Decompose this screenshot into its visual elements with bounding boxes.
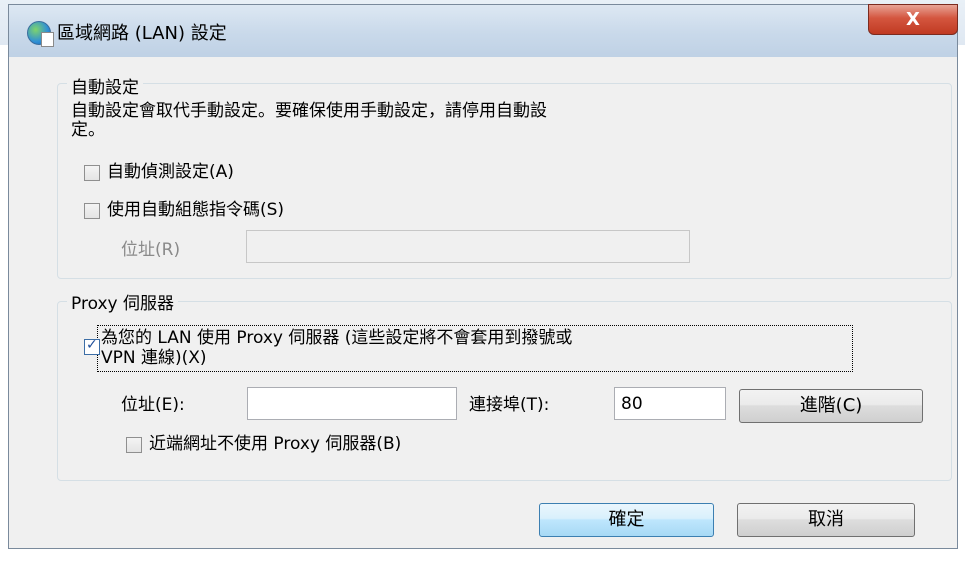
bypass-local-label[interactable]: 近端網址不使用 Proxy 伺服器(B) — [149, 435, 401, 454]
proxy-port-label: 連接埠(T): — [469, 395, 550, 415]
proxy-address-label: 位址(E): — [121, 395, 185, 415]
use-proxy-checkbox[interactable] — [84, 337, 100, 355]
use-proxy-label-line2[interactable]: VPN 連線)(X) — [101, 349, 207, 368]
ok-button[interactable]: 確定 — [539, 503, 714, 537]
document-icon — [41, 32, 54, 47]
window-title: 區域網路 (LAN) 設定 — [57, 23, 227, 44]
title-bar: 區域網路 (LAN) 設定 X — [9, 4, 958, 57]
script-address-input[interactable] — [246, 230, 690, 263]
use-script-checkbox[interactable] — [84, 203, 100, 219]
lan-settings-dialog: 區域網路 (LAN) 設定 X 自動設定 自動設定會取代手動設定。要確保使用手動… — [8, 4, 958, 549]
proxy-legend: Proxy 伺服器 — [67, 289, 178, 314]
script-address-label: 位址(R) — [121, 240, 181, 260]
proxy-port-input[interactable]: 80 — [614, 387, 726, 420]
auto-config-legend: 自動設定 — [67, 73, 143, 98]
globe-icon — [27, 21, 54, 47]
cancel-button[interactable]: 取消 — [737, 503, 915, 537]
use-script-label[interactable]: 使用自動組態指令碼(S) — [107, 201, 284, 220]
proxy-address-input[interactable] — [247, 387, 457, 420]
auto-config-description-line2: 定。 — [71, 120, 105, 140]
bypass-local-checkbox[interactable] — [126, 437, 142, 453]
auto-detect-checkbox[interactable] — [84, 165, 100, 181]
close-button[interactable]: X — [868, 4, 958, 35]
advanced-button[interactable]: 進階(C) — [739, 389, 923, 423]
auto-detect-label[interactable]: 自動偵測設定(A) — [107, 163, 234, 182]
use-proxy-label-line1[interactable]: 為您的 LAN 使用 Proxy 伺服器 (這些設定將不會套用到撥號或 — [101, 329, 572, 348]
auto-config-description-line1: 自動設定會取代手動設定。要確保使用手動設定，請停用自動設 — [71, 101, 547, 121]
